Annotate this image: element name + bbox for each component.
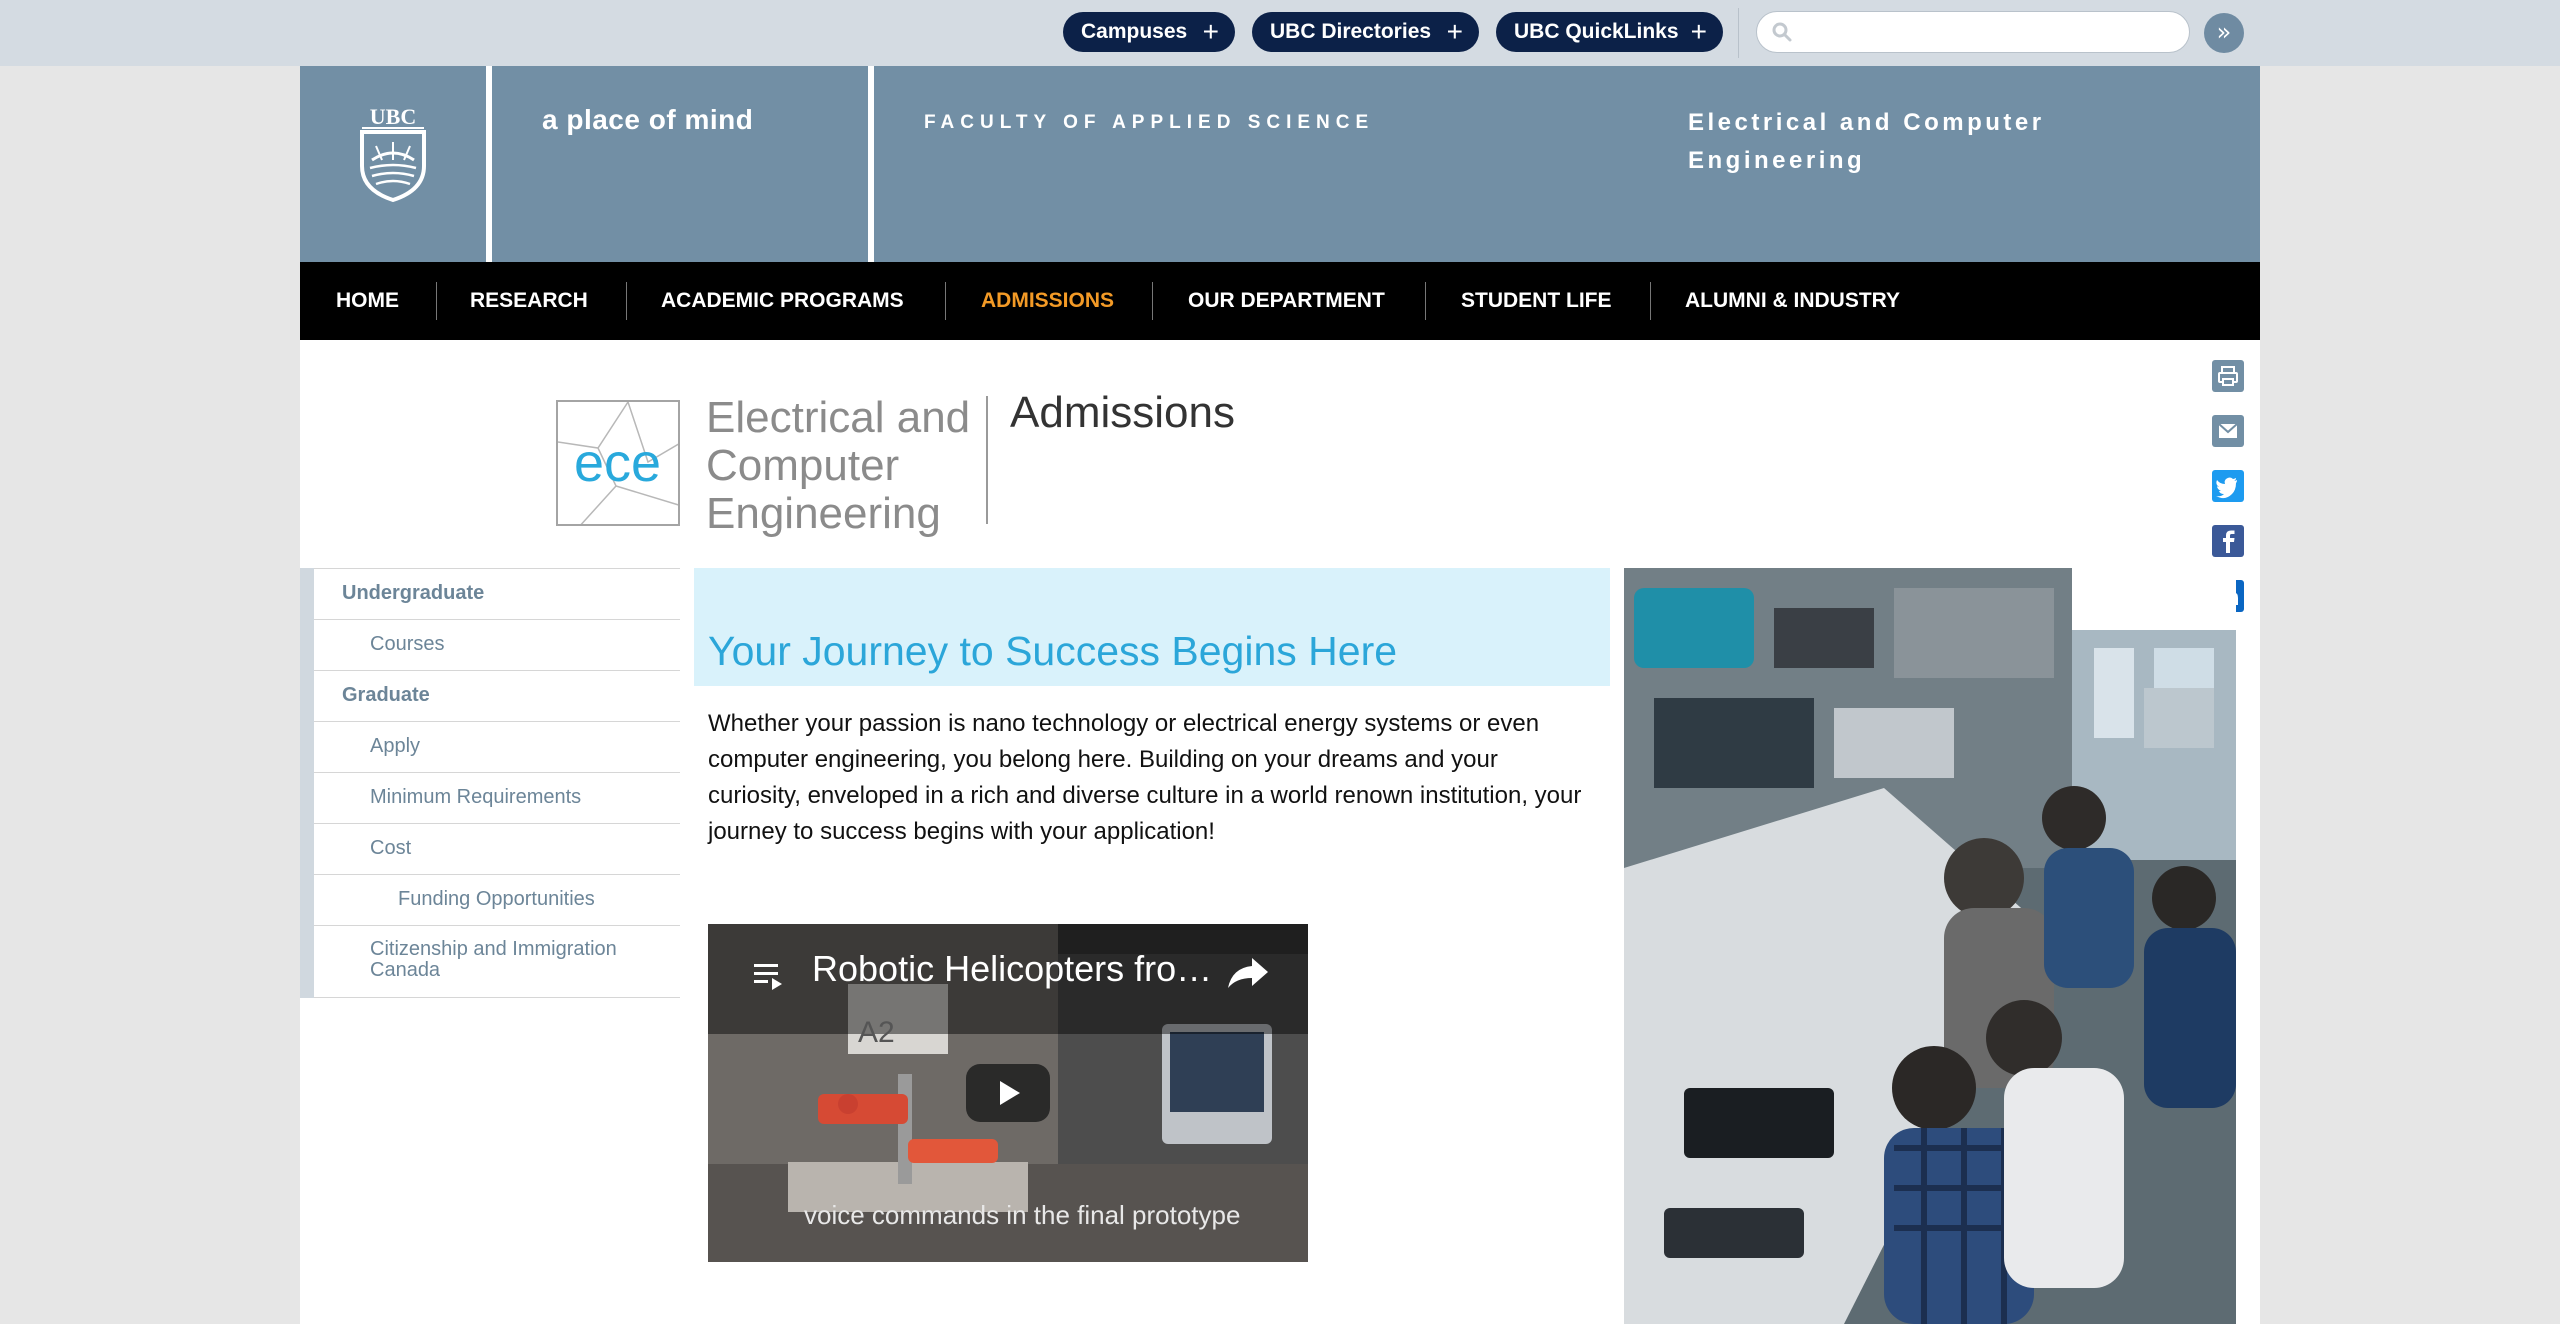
logo-line-3: Engineering xyxy=(706,489,941,538)
logo-line-2: Computer xyxy=(706,441,900,490)
quicklinks-label: UBC QuickLinks xyxy=(1514,20,1679,43)
nav-home[interactable]: HOME xyxy=(336,262,399,340)
ece-logo-mark[interactable]: ece xyxy=(556,400,680,526)
sidebar-item-label: Apply xyxy=(370,735,421,757)
campuses-label: Campuses xyxy=(1081,20,1188,43)
site-header: UBC a place of mind FACULTY OF APPLIED S… xyxy=(300,66,2260,262)
nav-research[interactable]: RESEARCH xyxy=(470,262,588,340)
campuses-button[interactable]: Campuses + xyxy=(1063,12,1235,52)
lab-photo-illustration xyxy=(1624,568,2236,1324)
header-separator xyxy=(868,66,874,262)
nav-divider xyxy=(945,282,946,320)
video-embed[interactable]: A2 Robotic Helicopters fro… voice comman… xyxy=(708,924,1308,1262)
sidebar-item-courses[interactable]: Courses xyxy=(314,619,680,670)
page-frame: UBC a place of mind FACULTY OF APPLIED S… xyxy=(300,66,2260,1324)
section-title: Admissions xyxy=(1010,388,1235,437)
play-button[interactable] xyxy=(966,1064,1050,1122)
plus-icon: + xyxy=(1690,16,1707,47)
sidebar-item-label: Funding Opportunities xyxy=(398,888,595,910)
nav-divider xyxy=(626,282,627,320)
page-heading: Your Journey to Success Begins Here xyxy=(708,628,1398,674)
sidebar-item-graduate[interactable]: Graduate xyxy=(314,670,680,721)
nav-student-life[interactable]: STUDENT LIFE xyxy=(1461,262,1612,340)
share-icon[interactable] xyxy=(1226,950,1270,994)
directories-label: UBC Directories xyxy=(1270,20,1432,43)
facebook-icon[interactable] xyxy=(2212,525,2244,557)
nav-academic-programs[interactable]: ACADEMIC PROGRAMS xyxy=(661,262,904,340)
logo-line-1: Electrical and xyxy=(706,393,971,442)
nav-divider xyxy=(1650,282,1651,320)
print-icon[interactable] xyxy=(2212,360,2244,392)
main-nav: HOME RESEARCH ACADEMIC PROGRAMS ADMISSIO… xyxy=(300,262,2260,340)
nav-alumni-industry[interactable]: ALUMNI & INDUSTRY xyxy=(1685,262,1900,340)
hero-banner: Your Journey to Success Begins Here xyxy=(694,568,1610,686)
nav-divider xyxy=(436,282,437,320)
faculty-title[interactable]: FACULTY OF APPLIED SCIENCE xyxy=(924,112,1374,134)
divider xyxy=(1738,8,1739,58)
ubc-quicklinks-button[interactable]: UBC QuickLinks + xyxy=(1496,12,1723,52)
email-icon[interactable] xyxy=(2212,415,2244,447)
nav-divider xyxy=(1425,282,1426,320)
plus-icon: + xyxy=(1202,16,1219,47)
video-title[interactable]: Robotic Helicopters fro… xyxy=(812,948,1212,990)
sidebar-nav: Undergraduate Courses Graduate Apply Min… xyxy=(300,568,680,998)
playlist-icon[interactable] xyxy=(752,958,788,994)
tagline: a place of mind xyxy=(542,104,754,135)
ubc-crest-logo[interactable]: UBC xyxy=(356,102,430,202)
search-box[interactable] xyxy=(1756,11,2190,53)
search-icon xyxy=(1772,22,1792,42)
play-icon xyxy=(1000,1081,1020,1105)
plus-icon: + xyxy=(1446,16,1463,47)
sidebar-item-undergraduate[interactable]: Undergraduate xyxy=(314,568,680,619)
logo-divider xyxy=(986,396,988,524)
sidebar-item-cost[interactable]: Cost xyxy=(314,823,680,874)
sidebar-accent-bar xyxy=(300,568,314,998)
search-input[interactable] xyxy=(1801,18,2171,46)
lab-photo xyxy=(1624,568,2236,1324)
utility-bar: Campuses + UBC Directories + UBC QuickLi… xyxy=(0,0,2560,66)
nav-divider xyxy=(1152,282,1153,320)
department-logo-name: Electrical and Computer Engineering xyxy=(706,394,970,538)
sidebar-item-label: Minimum Requirements xyxy=(370,786,582,808)
sidebar-item-minimum-requirements[interactable]: Minimum Requirements xyxy=(314,772,680,823)
sidebar-item-citizenship-immigration[interactable]: Citizenship and Immigration Canada xyxy=(314,925,680,998)
sidebar-item-funding-opportunities[interactable]: Funding Opportunities xyxy=(314,874,680,925)
sidebar-item-apply[interactable]: Apply xyxy=(314,721,680,772)
video-sign-text: A2 xyxy=(858,1016,895,1049)
sidebar-item-label: Citizenship and Immigration Canada xyxy=(370,938,617,981)
ece-mark-text: ece xyxy=(574,433,662,493)
sidebar-item-label: Graduate xyxy=(342,684,430,706)
sidebar-item-label: Courses xyxy=(370,633,445,655)
intro-paragraph: Whether your passion is nano technology … xyxy=(708,710,1582,845)
sidebar-item-label: Undergraduate xyxy=(342,582,485,604)
twitter-icon[interactable] xyxy=(2212,470,2244,502)
crest-text: UBC xyxy=(370,104,416,129)
ubc-directories-button[interactable]: UBC Directories + xyxy=(1252,12,1479,52)
video-caption: voice commands in the final prototype xyxy=(804,1200,1241,1230)
header-separator xyxy=(486,66,492,262)
nav-our-department[interactable]: OUR DEPARTMENT xyxy=(1188,262,1385,340)
nav-admissions[interactable]: ADMISSIONS xyxy=(981,262,1114,340)
department-title[interactable]: Electrical and Computer Engineering xyxy=(1688,104,2128,180)
sidebar-item-label: Cost xyxy=(370,837,412,859)
search-submit-button[interactable]: » xyxy=(2204,13,2244,53)
